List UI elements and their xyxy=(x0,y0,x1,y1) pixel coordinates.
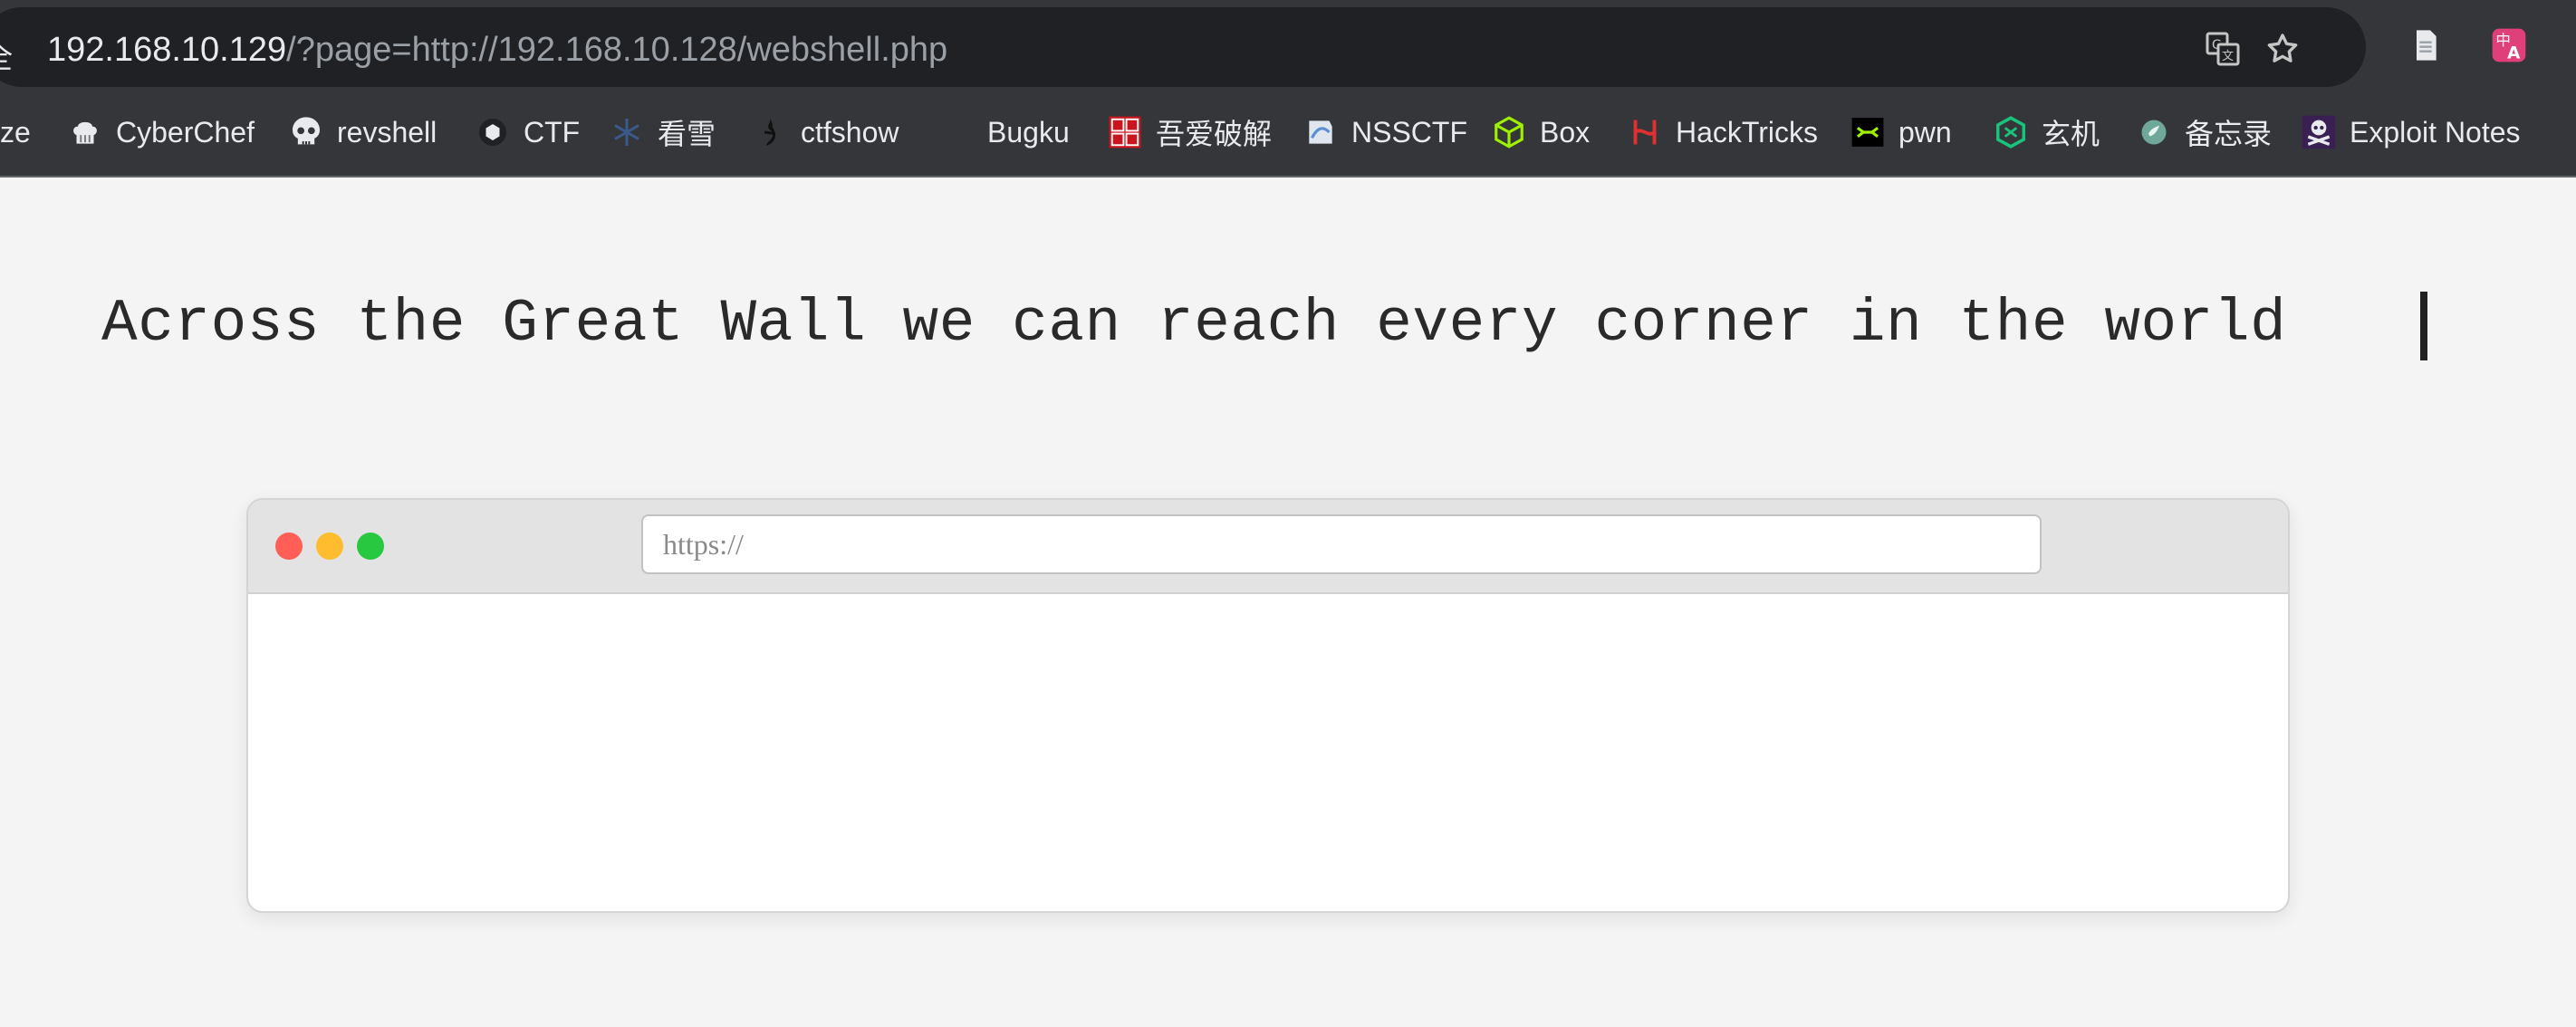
url-path: /?page=http://192.168.10.128/webshell.ph… xyxy=(286,31,948,69)
star-icon[interactable] xyxy=(2263,29,2302,69)
bookmark-kanxue[interactable]: 看雪 xyxy=(609,101,716,163)
mockup-titlebar xyxy=(248,500,2288,594)
bugku-icon xyxy=(938,114,975,150)
address-bar[interactable]: 全 192.168.10.129/?page=http://192.168.10… xyxy=(0,7,2366,87)
bookmark-label: ze xyxy=(0,115,31,149)
bookmark-ctfshow[interactable]: ctfshow xyxy=(752,101,899,163)
nssctf-icon xyxy=(1302,114,1339,150)
bookmark-label: NSSCTF xyxy=(1351,115,1467,149)
bookmarks-bar: ze CyberChef revshell CTF 看雪 ctfshow Bug… xyxy=(0,101,2576,163)
bookmark-nssctf[interactable]: NSSCTF xyxy=(1302,101,1467,163)
extension-translate-icon[interactable]: 中A xyxy=(2489,25,2529,65)
hexagon-icon xyxy=(1993,114,2029,150)
bookmark-pwn[interactable]: pwn xyxy=(1850,101,1952,163)
reading-list-icon[interactable] xyxy=(2406,25,2446,65)
typing-caret xyxy=(2420,292,2427,360)
chef-hat-icon xyxy=(67,114,103,150)
address-url[interactable]: 192.168.10.129/?page=http://192.168.10.1… xyxy=(47,31,947,70)
bookmark-label: 看雪 xyxy=(658,118,716,150)
bookmark-box[interactable]: Box xyxy=(1491,101,1590,163)
chrome-divider xyxy=(0,176,2576,178)
snowflake-icon xyxy=(609,114,645,150)
bookmark-label: ctfshow xyxy=(801,115,899,149)
bookmark-label: CTF xyxy=(524,115,581,149)
browser-mockup-window xyxy=(246,498,2290,913)
52pojie-icon xyxy=(1107,114,1143,150)
url-host: 192.168.10.129 xyxy=(47,31,287,69)
bookmark-ctf[interactable]: CTF xyxy=(475,101,580,163)
url-input[interactable] xyxy=(641,514,2042,574)
bookmark-label: 吾爱破解 xyxy=(1156,118,1273,150)
close-dot[interactable] xyxy=(275,533,303,560)
bookmark-xuanji[interactable]: 玄机 xyxy=(1993,101,2100,163)
memo-icon xyxy=(2136,114,2172,150)
pwn-icon xyxy=(1850,114,1886,150)
ctfshow-icon xyxy=(752,114,788,150)
bookmark-hacktricks[interactable]: HackTricks xyxy=(1627,101,1818,163)
bookmark-cyberchef[interactable]: CyberChef xyxy=(67,101,255,163)
bookmark-memo[interactable]: 备忘录 xyxy=(2136,101,2272,163)
cube-icon xyxy=(1491,114,1527,150)
minimize-dot[interactable] xyxy=(316,533,343,560)
bookmark-label: Exploit Notes xyxy=(2350,115,2521,149)
zoom-dot[interactable] xyxy=(357,533,384,560)
bookmark-label: 玄机 xyxy=(2042,118,2100,150)
bookmark-label: pwn xyxy=(1898,115,1952,149)
skull-icon xyxy=(288,114,324,150)
svg-text:文: 文 xyxy=(2222,50,2234,63)
bookmark-exploit-notes[interactable]: Exploit Notes xyxy=(2301,101,2521,163)
bookmark-label: Bugku xyxy=(987,115,1070,149)
bookmark-label: HackTricks xyxy=(1676,115,1819,149)
ctf-icon xyxy=(475,114,511,150)
bookmark-revshell[interactable]: revshell xyxy=(288,101,437,163)
bookmark-label: CyberChef xyxy=(116,115,255,149)
bookmark-bugku[interactable]: Bugku xyxy=(938,101,1070,163)
skull-crossbones-icon xyxy=(2301,114,2337,150)
bookmark-label: 备忘录 xyxy=(2185,118,2273,150)
hacktricks-icon xyxy=(1627,114,1663,150)
bookmark-ze[interactable]: ze xyxy=(0,101,31,163)
bookmark-52pojie[interactable]: 吾爱破解 xyxy=(1107,101,1272,163)
translate-icon[interactable]: G 文 xyxy=(2203,29,2243,69)
bookmark-label: Box xyxy=(1540,115,1591,149)
svg-text:A: A xyxy=(2507,44,2521,63)
bookmark-label: revshell xyxy=(337,115,437,149)
site-info-label[interactable]: 全 xyxy=(0,33,13,77)
page-headline: Across the Great Wall we can reach every… xyxy=(101,290,2287,358)
browser-chrome: 全 192.168.10.129/?page=http://192.168.10… xyxy=(0,0,2576,178)
